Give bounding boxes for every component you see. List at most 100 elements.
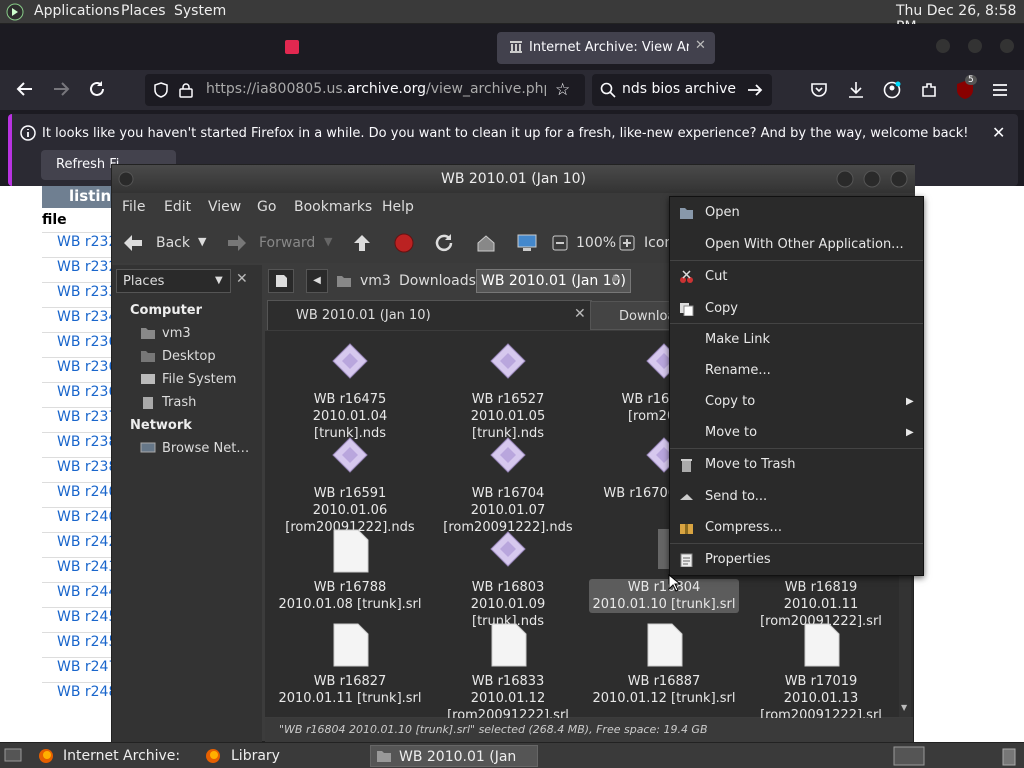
file-item[interactable]: WB r16704 2010.01.07 [rom20091222].nds [433,435,583,536]
notification-close-icon[interactable]: ✕ [992,123,1005,142]
context-menu-item[interactable]: Send to... [670,482,923,512]
search-bar[interactable]: nds bios archive [592,74,772,106]
location-toggle-icon[interactable] [268,269,294,293]
close-tab-icon[interactable]: ✕ [574,306,586,322]
file-link[interactable]: WB r245 [57,634,117,650]
file-link[interactable]: WB r247 [57,659,117,675]
scroll-down-icon[interactable]: ▼ [901,703,907,712]
back-button[interactable]: Back [156,235,190,251]
task-library[interactable]: Library [203,745,363,767]
file-link[interactable]: WB r232 [57,259,117,275]
file-link[interactable]: WB r243 [57,559,117,575]
path-left-arrow-icon[interactable]: ◀ [306,269,328,293]
file-link[interactable]: WB r245 [57,609,117,625]
sidebar-item-browse-network[interactable]: Browse Net… [162,441,249,456]
context-menu-item[interactable]: Move to ▶ [670,418,923,448]
gnome-foot-icon[interactable] [6,3,24,21]
context-menu-item[interactable]: Properties [670,545,923,575]
file-link[interactable]: WB r240 [57,509,117,525]
hamburger-menu-icon[interactable] [992,82,1008,98]
zoom-in-icon[interactable] [619,235,635,251]
sidebar-item-vm3[interactable]: vm3 [162,326,191,341]
context-menu-item[interactable]: Open With Other Application... [670,230,923,260]
trash-applet-icon[interactable] [1000,746,1018,766]
context-menu-item[interactable]: Cut [670,262,923,292]
tab-internet-archive[interactable]: Internet Archive: View Arch ✕ [497,32,715,64]
search-go-arrow-icon[interactable] [747,82,763,98]
context-menu-item[interactable]: Make Link [670,325,923,355]
shield-icon[interactable] [153,82,169,98]
file-item[interactable]: WB r16827 2010.01.11 [trunk].srl [275,623,425,707]
lock-icon[interactable] [179,82,193,98]
context-menu-item[interactable]: Open [670,198,923,228]
sidebar-item-desktop[interactable]: Desktop [162,349,216,364]
reload-icon[interactable] [434,233,454,253]
context-menu-item[interactable]: Copy to ▶ [670,387,923,417]
file-item[interactable]: WB r16788 2010.01.08 [trunk].srl [275,529,425,613]
sidebar-item-filesystem[interactable]: File System [162,372,236,387]
pocket-icon[interactable] [810,81,828,99]
window-menu-icon[interactable] [118,171,134,187]
menu-help[interactable]: Help [382,199,414,215]
inactive-tab-favicon[interactable] [285,40,299,54]
file-link[interactable]: WB r234 [57,309,117,325]
context-menu-item[interactable]: Copy [670,294,923,324]
sidebar-item-trash[interactable]: Trash [162,395,196,410]
extensions-icon[interactable] [920,81,938,99]
close-tab-icon[interactable]: ✕ [695,38,706,53]
tab-current-folder[interactable]: WB 2010.01 (Jan 10) ✕ [267,300,592,330]
file-link[interactable]: WB r237 [57,409,117,425]
path-segment-downloads[interactable]: Downloads [399,273,476,289]
zoom-level[interactable]: 100% [576,235,616,251]
menu-view[interactable]: View [208,199,241,215]
sidebar-selector[interactable]: Places ▼ [116,269,231,293]
file-item[interactable]: WB r16833 2010.01.12 [rom20091222].srl [433,623,583,724]
reload-icon[interactable] [88,80,106,98]
context-menu-item[interactable]: Rename... [670,356,923,386]
workspace-switcher-icon[interactable] [893,746,925,766]
back-arrow-icon[interactable] [122,233,144,253]
task-firefox[interactable]: Internet Archive: Vie… [36,745,198,767]
applications-menu[interactable]: Applications [34,3,120,19]
file-link[interactable]: WB r236 [57,359,117,375]
zoom-out-icon[interactable] [552,235,568,251]
file-link[interactable]: WB r238 [57,434,117,450]
task-file-manager[interactable]: WB 2010.01 (Jan 10) [370,745,538,767]
show-desktop-icon[interactable] [4,748,22,762]
search-input[interactable]: nds bios archive [622,81,736,97]
places-menu[interactable]: Places [121,3,166,19]
menu-edit[interactable]: Edit [164,199,191,215]
file-item[interactable]: WB r16475 2010.01.04 [trunk].nds [275,341,425,442]
system-menu[interactable]: System [174,3,226,19]
path-right-arrow-icon[interactable]: ▶ [613,273,621,284]
path-segment-current[interactable]: WB 2010.01 (Jan 10) [476,269,632,293]
home-icon[interactable] [476,233,496,253]
file-link[interactable]: WB r238 [57,459,117,475]
up-arrow-icon[interactable] [352,233,372,253]
file-link[interactable]: WB r233 [57,284,117,300]
stop-icon[interactable] [394,233,414,253]
sidebar-close-icon[interactable]: ✕ [236,271,248,287]
window-titlebar[interactable]: WB 2010.01 (Jan 10) [112,165,915,193]
bookmark-star-icon[interactable]: ☆ [555,80,570,100]
menu-go[interactable]: Go [257,199,276,215]
file-link[interactable]: WB r232 [57,234,117,250]
menu-file[interactable]: File [122,199,145,215]
file-link[interactable]: WB r240 [57,484,117,500]
file-item[interactable]: WB r17019 2010.01.13 [rom20091222].srl [746,623,896,724]
path-segment-vm3[interactable]: vm3 [360,273,391,289]
context-menu-item[interactable]: Move to Trash [670,450,923,480]
context-menu-item[interactable]: Compress... [670,513,923,543]
url-bar[interactable]: https://ia800805.us.archive.org/view_arc… [145,74,585,106]
account-icon[interactable] [883,81,901,99]
back-dropdown-icon[interactable]: ▼ [198,235,206,248]
menu-bookmarks[interactable]: Bookmarks [294,199,372,215]
file-link[interactable]: WB r248 [57,684,117,700]
file-link[interactable]: WB r244 [57,584,117,600]
forward-arrow-icon[interactable] [52,80,70,98]
file-link[interactable]: WB r242 [57,534,117,550]
download-icon[interactable] [847,81,865,99]
window-controls[interactable] [836,170,912,188]
file-item[interactable]: WB r16591 2010.01.06 [rom20091222].nds [275,435,425,536]
file-link[interactable]: WB r236 [57,384,117,400]
